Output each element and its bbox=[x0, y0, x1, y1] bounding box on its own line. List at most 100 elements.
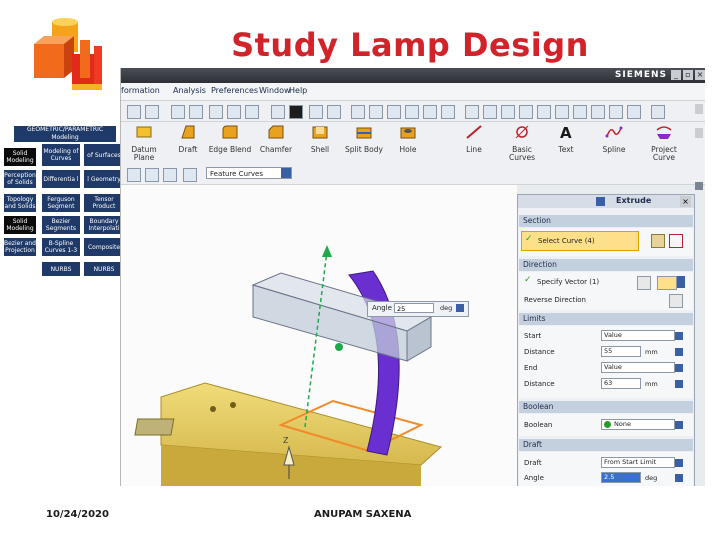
brand-label: SIEMENS bbox=[614, 70, 667, 80]
concept-cell: Solid Modeling bbox=[4, 148, 36, 166]
tool-icon[interactable] bbox=[351, 105, 365, 119]
project-curve-button[interactable]: Project Curve bbox=[641, 124, 687, 162]
boolean-group: Boolean None bbox=[519, 414, 693, 436]
menu-window[interactable]: Window bbox=[259, 86, 291, 95]
minimize-button[interactable]: _ bbox=[671, 70, 681, 80]
tool-icon[interactable] bbox=[163, 168, 177, 182]
boolean-select[interactable]: None bbox=[601, 419, 675, 430]
datum-plane-button[interactable]: Datum Plane bbox=[121, 124, 167, 162]
menu-analysis[interactable]: Analysis bbox=[173, 86, 206, 95]
graphics-viewport[interactable]: Z Angle 25 deg bbox=[121, 185, 517, 486]
project-curve-icon bbox=[656, 126, 672, 139]
tool-icon[interactable] bbox=[183, 168, 197, 182]
tool-icon[interactable] bbox=[609, 105, 623, 119]
chevron-down-icon[interactable] bbox=[675, 459, 683, 467]
tool-icon[interactable] bbox=[483, 105, 497, 119]
tool-icon[interactable] bbox=[327, 105, 341, 119]
tool-icon[interactable] bbox=[555, 105, 569, 119]
tool-icon[interactable] bbox=[145, 168, 159, 182]
tool-icon[interactable] bbox=[271, 105, 285, 119]
hole-button[interactable]: Hole bbox=[385, 124, 431, 162]
tool-icon[interactable] bbox=[189, 105, 203, 119]
tool-icon[interactable] bbox=[127, 105, 141, 119]
chevron-down-icon[interactable] bbox=[675, 348, 683, 356]
angle-input[interactable]: 25 bbox=[394, 303, 434, 313]
tool-icon[interactable] bbox=[573, 105, 587, 119]
edge-blend-button[interactable]: Edge Blend bbox=[207, 124, 253, 162]
collapse-icon[interactable] bbox=[596, 197, 605, 206]
tool-icon[interactable] bbox=[245, 105, 259, 119]
basic-curves-button[interactable]: Basic Curves bbox=[499, 124, 545, 162]
tool-icon[interactable] bbox=[627, 105, 641, 119]
menu-preferences[interactable]: Preferences bbox=[211, 86, 258, 95]
vector-dialog-icon[interactable] bbox=[637, 276, 651, 290]
start-distance-input[interactable]: 55 bbox=[601, 346, 641, 357]
spline-button[interactable]: Spline bbox=[591, 124, 637, 162]
tool-icon[interactable] bbox=[227, 105, 241, 119]
menu-information[interactable]: formation bbox=[121, 86, 160, 95]
tool-icon[interactable] bbox=[591, 105, 605, 119]
split-body-button[interactable]: Split Body bbox=[341, 124, 387, 162]
toolbar-overflow-icon[interactable] bbox=[695, 104, 703, 114]
text-button[interactable]: A Text bbox=[543, 124, 589, 162]
close-button[interactable]: × bbox=[695, 70, 705, 80]
tool-icon[interactable] bbox=[171, 105, 185, 119]
tool-icon[interactable] bbox=[441, 105, 455, 119]
basic-curves-icon bbox=[515, 125, 529, 139]
tool-icon[interactable] bbox=[387, 105, 401, 119]
draft-type-select[interactable]: From Start Limit bbox=[601, 457, 675, 468]
chevron-down-icon[interactable] bbox=[677, 276, 685, 288]
tool-icon[interactable] bbox=[369, 105, 383, 119]
tool-icon[interactable] bbox=[145, 105, 159, 119]
tool-icon[interactable] bbox=[209, 105, 223, 119]
sketch-section-icon[interactable] bbox=[651, 234, 665, 248]
tool-icon[interactable] bbox=[465, 105, 479, 119]
tool-icon[interactable] bbox=[423, 105, 437, 119]
end-type-select[interactable]: Value bbox=[601, 362, 675, 373]
boolean-group-header[interactable]: Boolean bbox=[519, 401, 693, 413]
draft-button[interactable]: Draft bbox=[165, 124, 211, 162]
reverse-direction-icon[interactable] bbox=[669, 294, 683, 308]
vector-type-dropdown[interactable] bbox=[657, 276, 677, 290]
shell-icon bbox=[312, 126, 328, 139]
draft-icon bbox=[181, 125, 195, 139]
end-distance-label: Distance bbox=[524, 380, 555, 388]
chevron-down-icon[interactable] bbox=[675, 364, 683, 372]
section-group-header[interactable]: Section bbox=[519, 215, 693, 227]
end-distance-input[interactable]: 63 bbox=[601, 378, 641, 389]
concept-cell: Bezier and Projection bbox=[4, 238, 36, 256]
start-type-select[interactable]: Value bbox=[601, 330, 675, 341]
draft-group-header[interactable]: Draft bbox=[519, 439, 693, 451]
chevron-down-icon[interactable] bbox=[456, 304, 464, 312]
shell-button[interactable]: Shell bbox=[297, 124, 343, 162]
chamfer-button[interactable]: Chamfer bbox=[253, 124, 299, 162]
concept-cell: NURBS bbox=[84, 262, 124, 276]
tool-icon[interactable] bbox=[289, 105, 303, 119]
tool-label: Split Body bbox=[345, 145, 383, 154]
line-button[interactable]: Line bbox=[451, 124, 497, 162]
tool-icon[interactable] bbox=[519, 105, 533, 119]
curve-select-icon[interactable] bbox=[669, 234, 683, 248]
tool-icon[interactable] bbox=[405, 105, 419, 119]
menu-help[interactable]: Help bbox=[289, 86, 307, 95]
tool-icon[interactable] bbox=[537, 105, 551, 119]
direction-group-header[interactable]: Direction bbox=[519, 259, 693, 271]
restore-button[interactable]: ▫ bbox=[683, 70, 693, 80]
select-curve-row[interactable]: ✓ Select Curve (4) bbox=[521, 231, 639, 251]
toolbar-overflow-icon[interactable] bbox=[695, 128, 703, 138]
tool-label: Draft bbox=[178, 145, 198, 154]
chevron-down-icon[interactable] bbox=[281, 168, 291, 178]
tool-icon[interactable] bbox=[501, 105, 515, 119]
tool-icon[interactable] bbox=[651, 105, 665, 119]
close-icon[interactable]: × bbox=[680, 196, 691, 207]
chevron-down-icon[interactable] bbox=[675, 380, 683, 388]
limits-group-header[interactable]: Limits bbox=[519, 313, 693, 325]
tool-icon[interactable] bbox=[309, 105, 323, 119]
chevron-down-icon[interactable] bbox=[675, 332, 683, 340]
chevron-down-icon[interactable] bbox=[675, 421, 683, 429]
toolbar-overflow-icon[interactable] bbox=[695, 182, 703, 190]
selection-filter-dropdown[interactable]: Feature Curves bbox=[206, 167, 292, 179]
chevron-down-icon[interactable] bbox=[675, 474, 683, 482]
draft-angle-input[interactable]: 2.5 bbox=[601, 472, 641, 483]
tool-icon[interactable] bbox=[127, 168, 141, 182]
